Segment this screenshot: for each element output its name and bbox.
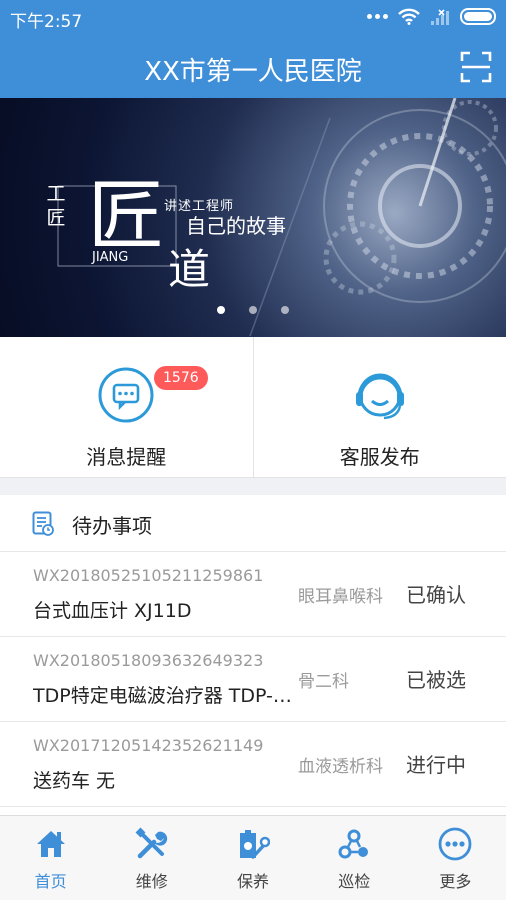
order-status: 已确认: [406, 583, 466, 607]
carousel-dot[interactable]: [281, 306, 289, 314]
banner-side-text: 工匠: [46, 183, 66, 229]
order-status: 已被选: [406, 668, 466, 692]
more-dots-icon: [367, 14, 388, 19]
banner-carousel[interactable]: 工匠 匠 讲述工程师 自己的故事 JIANG 道: [0, 98, 506, 337]
order-code: WX20180525105211259861: [33, 566, 264, 585]
todo-row[interactable]: WX20171205142352621149 送药车 无 血液透析科 进行中: [0, 722, 506, 807]
shortcut-label: 客服发布: [339, 445, 420, 469]
bottom-tab-bar: 首页 维修 保养 巡检 更多: [0, 815, 506, 900]
tab-home[interactable]: 首页: [0, 816, 101, 900]
tools-icon: [135, 827, 167, 859]
page-title: XX市第一人民医院: [144, 57, 362, 87]
customer-service-icon: [355, 373, 404, 420]
tab-inspection[interactable]: 巡检: [304, 816, 405, 900]
status-time: 下午2:57: [10, 12, 83, 32]
signal-icon: [431, 8, 449, 25]
department: 眼耳鼻喉科: [298, 587, 383, 607]
tab-repair[interactable]: 维修: [101, 816, 202, 900]
banner-big-char: 匠: [88, 171, 164, 260]
equipment-name: TDP特定电磁波治疗器 TDP-L-I-6A: [33, 685, 295, 707]
banner-story: 自己的故事: [186, 214, 286, 238]
tab-more[interactable]: 更多: [405, 816, 506, 900]
shortcut-messages[interactable]: 1576 消息提醒: [0, 337, 253, 477]
inspection-icon: [338, 829, 369, 859]
todo-row[interactable]: WX20180518093632649323 TDP特定电磁波治疗器 TDP-L…: [0, 637, 506, 722]
scan-icon[interactable]: [460, 51, 492, 83]
document-icon: [32, 511, 54, 536]
tab-maintenance[interactable]: 保养: [202, 816, 303, 900]
carousel-dot[interactable]: [249, 306, 257, 314]
equipment-name: 台式血压计 XJ11D: [33, 600, 192, 622]
maintenance-icon: [240, 830, 270, 859]
message-count-badge: 1576: [154, 366, 208, 390]
todo-panel: 待办事项 WX20180525105211259861 台式血压计 XJ11D …: [0, 495, 506, 815]
tab-label: 保养: [237, 872, 270, 891]
tab-label: 巡检: [338, 872, 371, 891]
carousel-indicator: [0, 306, 506, 314]
order-code: WX20180518093632649323: [33, 651, 264, 670]
order-status: 进行中: [406, 753, 466, 777]
status-icons: [367, 8, 496, 25]
equipment-name: 送药车 无: [33, 770, 116, 792]
status-bar: 下午2:57: [0, 0, 506, 34]
shortcut-label: 消息提醒: [86, 445, 167, 469]
tab-label: 首页: [34, 872, 67, 891]
message-icon: [98, 367, 154, 423]
tab-label: 更多: [439, 872, 472, 891]
home-icon: [36, 831, 65, 857]
todo-row[interactable]: WX20180525105211259861 台式血压计 XJ11D 眼耳鼻喉科…: [0, 552, 506, 637]
order-code: WX20171205142352621149: [33, 736, 264, 755]
banner-jiang: JIANG: [92, 250, 129, 265]
wifi-icon: [398, 8, 420, 25]
department: 骨二科: [298, 672, 349, 692]
battery-icon: [460, 8, 496, 25]
shortcut-customer-service[interactable]: 客服发布: [252, 337, 506, 477]
todo-title: 待办事项: [72, 514, 152, 538]
todo-header: 待办事项: [0, 495, 506, 552]
more-icon: [439, 827, 472, 861]
title-bar: XX市第一人民医院: [0, 34, 506, 98]
banner-dao: 道: [168, 245, 211, 294]
tab-label: 维修: [135, 872, 168, 891]
carousel-dot[interactable]: [217, 306, 225, 314]
department: 血液透析科: [298, 757, 383, 777]
shortcut-panel: 1576 消息提醒 客服发布: [0, 337, 506, 478]
